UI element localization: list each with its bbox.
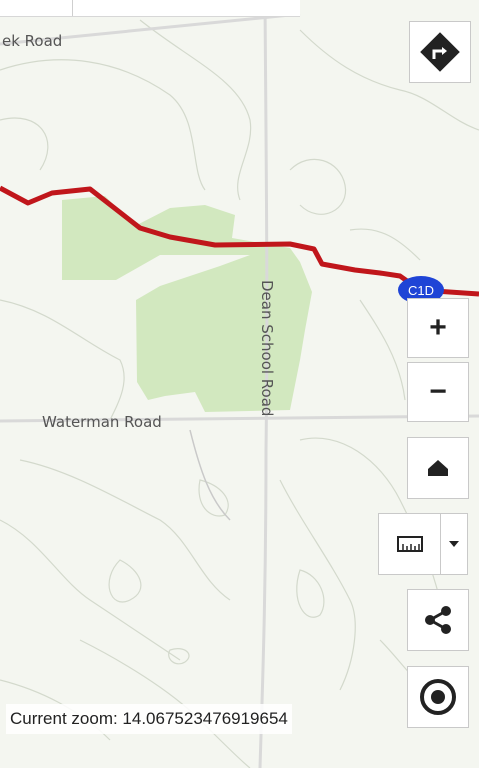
- share-button[interactable]: [407, 589, 469, 651]
- road-label-waterman: Waterman Road: [42, 413, 162, 431]
- zoom-out-label: −: [429, 375, 447, 408]
- zoom-in-button[interactable]: +: [407, 298, 469, 358]
- measure-button[interactable]: [378, 513, 441, 575]
- current-zoom-readout: Current zoom: 14.067523476919654: [6, 704, 292, 734]
- caret-down-icon: [449, 541, 459, 547]
- home-button[interactable]: [407, 437, 469, 499]
- directions-icon: [420, 32, 460, 72]
- route-badge-label: C1D: [408, 283, 434, 298]
- measure-dropdown-button[interactable]: [440, 513, 468, 575]
- zoom-in-label: +: [429, 311, 447, 344]
- home-icon: [428, 460, 448, 476]
- road-label-dean-school: Dean School Road: [258, 280, 276, 416]
- ruler-icon: [397, 536, 423, 552]
- toolbar-divider: [72, 0, 73, 16]
- directions-button[interactable]: [409, 21, 471, 83]
- share-icon: [425, 606, 451, 634]
- locate-button[interactable]: [407, 666, 469, 728]
- top-toolbar: [0, 0, 300, 17]
- road-label-ek: ek Road: [2, 32, 62, 50]
- locate-icon: [420, 679, 456, 715]
- zoom-out-button[interactable]: −: [407, 362, 469, 422]
